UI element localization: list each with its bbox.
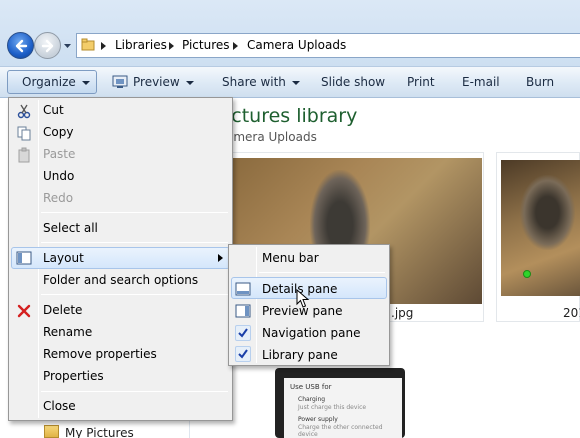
breadcrumb-libraries[interactable]: Libraries [115,38,167,52]
nav-item-my-pictures[interactable]: My Pictures [65,426,134,438]
folder-icon [44,425,59,438]
phone-screenshot: Use USB for Charging Just charge this de… [284,378,402,438]
dropdown-caret-icon [81,80,90,85]
forward-arrow-icon [41,39,54,53]
preview-icon [112,75,128,88]
submenu-item-menu-bar[interactable]: Menu bar [262,251,319,265]
slide-show-button[interactable]: Slide show [321,75,385,89]
burn-button[interactable]: Burn [526,75,554,89]
usb-option-desc: Charge the other connected device [298,424,383,438]
delete-x-icon [17,304,31,318]
cat-image [520,175,575,250]
dropdown-caret-icon [291,80,300,85]
submenu-arrow-icon [218,254,223,262]
menu-item-properties[interactable]: Properties [43,369,104,383]
submenu-item-navigation-pane[interactable]: Navigation pane [262,326,361,340]
menu-item-delete[interactable]: Delete [43,303,82,317]
menu-item-remove-properties[interactable]: Remove properties [43,347,157,361]
usb-option: Charging [298,396,326,403]
file-name[interactable]: .jpg [391,306,413,320]
forward-button[interactable] [34,32,61,59]
preview-pane-icon [235,304,251,318]
checkmark-icon [238,349,248,359]
back-button[interactable] [7,32,34,59]
share-with-button[interactable]: Share with [222,75,300,89]
preview-button[interactable]: Preview [133,75,194,89]
details-pane-icon [235,282,251,296]
menu-separator [41,391,228,392]
dropdown-caret-icon [185,80,194,85]
breadcrumb-separator-icon[interactable] [169,42,174,50]
menu-item-cut[interactable]: Cut [43,103,64,117]
recent-pages-chevron-icon[interactable] [63,41,72,50]
copy-icon [17,126,31,141]
green-light-indicator [523,270,531,278]
menu-item-paste[interactable]: Paste [43,147,75,161]
scissors-icon [17,104,31,119]
menu-item-rename[interactable]: Rename [43,325,92,339]
menu-separator [41,212,228,213]
breadcrumb-separator-icon[interactable] [233,42,238,50]
usb-option: Power supply [298,416,338,423]
checkmark-icon [238,328,248,338]
usb-option-desc: Just charge this device [298,404,367,411]
menu-item-undo[interactable]: Undo [43,169,74,183]
folder-icon [81,38,95,51]
submenu-item-library-pane[interactable]: Library pane [262,348,338,362]
menu-item-redo[interactable]: Redo [43,191,73,205]
clipboard-icon [18,147,30,163]
menu-separator [259,272,385,273]
library-title: ictures library [226,105,358,127]
menu-item-copy[interactable]: Copy [43,125,73,139]
email-button[interactable]: E-mail [462,75,500,89]
layout-icon [16,251,32,265]
menu-item-layout[interactable]: Layout [43,251,84,265]
organize-button-label[interactable]: Organize [22,75,90,89]
menu-item-select-all[interactable]: Select all [43,221,98,235]
organize-menu: Cut Copy Paste Undo Redo Select all Layo… [8,97,233,421]
breadcrumb-separator-icon[interactable] [101,42,106,50]
library-subtitle: amera Uploads [226,130,317,144]
back-arrow-icon [15,39,28,53]
breadcrumb-pictures[interactable]: Pictures [182,38,230,52]
mouse-cursor-icon [296,289,310,308]
print-button[interactable]: Print [407,75,435,89]
breadcrumb-camera-uploads[interactable]: Camera Uploads [247,38,346,52]
menu-item-folder-options[interactable]: Folder and search options [43,273,198,287]
checkmark-box [235,346,251,362]
menu-separator [41,294,228,295]
menu-gutter [256,247,257,363]
file-name[interactable]: 201 [563,306,580,320]
checkmark-box [235,325,251,341]
usb-heading: Use USB for [290,383,332,391]
menu-separator [41,242,228,243]
menu-item-close[interactable]: Close [43,399,76,413]
